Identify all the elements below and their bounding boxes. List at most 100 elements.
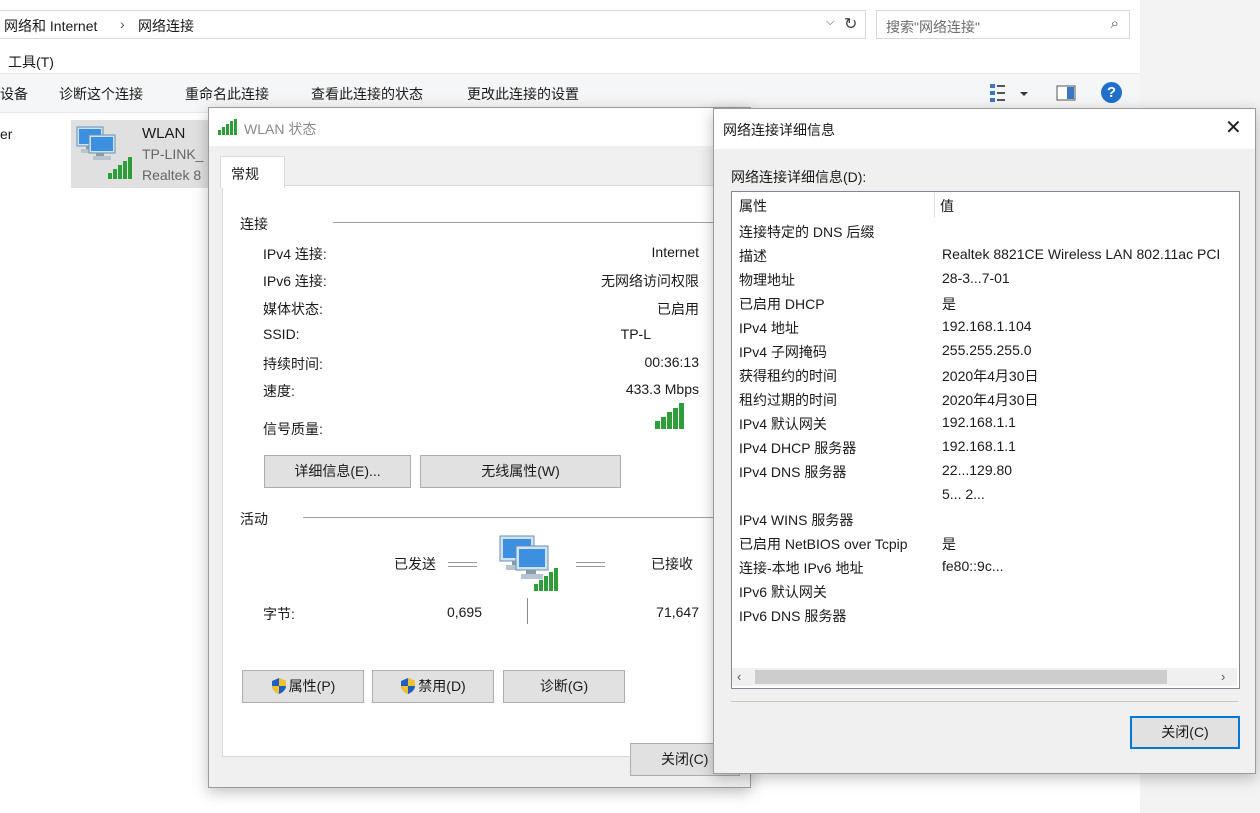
- activity-section-title: 活动: [240, 511, 268, 527]
- wlan-status-dialog: WLAN 状态 常规 连接 IPv4 连接: Internet IPv6 连接:…: [208, 107, 754, 788]
- media-state-value: 已启用: [657, 301, 699, 317]
- cmd-change-settings[interactable]: 更改此连接的设置: [467, 84, 579, 104]
- view-options-icon[interactable]: [989, 83, 1029, 103]
- cmd-devices[interactable]: 设备: [0, 84, 28, 104]
- detail-row-property: IPv4 默认网关: [739, 416, 827, 432]
- cmd-rename[interactable]: 重命名此连接: [185, 84, 269, 104]
- scroll-left-icon[interactable]: ‹: [737, 669, 741, 684]
- bytes-received-value: 71,647: [656, 604, 699, 620]
- nav-pane-partial-text[interactable]: er: [0, 126, 12, 142]
- detail-row[interactable]: 已启用 DHCP 是: [732, 290, 1237, 314]
- signal-quality-bars-icon: [655, 403, 684, 429]
- details-close-button[interactable]: 关闭(C): [1130, 716, 1240, 749]
- search-icon[interactable]: ⌕: [1111, 15, 1119, 32]
- detail-row[interactable]: IPv6 默认网关: [732, 578, 1237, 602]
- breadcrumb-network-internet[interactable]: 网络和 Internet: [4, 16, 97, 36]
- details-button[interactable]: 详细信息(E)...: [264, 455, 411, 488]
- detail-row-property: 获得租约的时间: [739, 368, 837, 384]
- detail-row-property: 已启用 DHCP: [739, 296, 825, 312]
- details-list-label: 网络连接详细信息(D):: [731, 169, 867, 185]
- signal-quality-label: 信号质量:: [263, 421, 323, 437]
- connection-section-title: 连接: [240, 216, 268, 232]
- disable-button[interactable]: 禁用(D): [372, 670, 494, 703]
- wlan-item-network: TP-LINK_: [142, 146, 204, 162]
- uac-shield-icon: [401, 678, 416, 694]
- detail-row[interactable]: 连接特定的 DNS 后缀: [732, 218, 1237, 242]
- wlan-dialog-titlebar[interactable]: WLAN 状态: [209, 108, 750, 146]
- detail-row-property: IPv4 DNS 服务器: [739, 464, 847, 480]
- detail-row[interactable]: 物理地址 28-3...7-01: [732, 266, 1237, 290]
- detail-row[interactable]: IPv4 DNS 服务器 22...129.80: [732, 458, 1237, 482]
- wlan-title-signal-icon: [218, 119, 237, 135]
- duration-value: 00:36:13: [644, 354, 700, 370]
- speed-value: 433.3 Mbps: [625, 381, 699, 397]
- breadcrumb-separator-icon: ›: [120, 16, 125, 32]
- breadcrumb-network-connections[interactable]: 网络连接: [138, 16, 194, 36]
- refresh-icon[interactable]: ↻: [844, 14, 862, 33]
- wlan-item-name: WLAN: [142, 125, 186, 142]
- help-icon[interactable]: ?: [1101, 82, 1122, 103]
- detail-row[interactable]: 租约过期的时间 2020年4月30日: [732, 386, 1237, 410]
- cmd-diagnose[interactable]: 诊断这个连接: [59, 84, 143, 104]
- horizontal-scrollbar[interactable]: ‹ ›: [732, 668, 1237, 686]
- search-box[interactable]: 搜索"网络连接" ⌕: [876, 10, 1130, 39]
- detail-row-property: 连接-本地 IPv6 地址: [739, 560, 864, 576]
- column-header-value[interactable]: 值: [940, 196, 954, 216]
- connection-details-dialog: 网络连接详细信息 ✕ 网络连接详细信息(D): 属性 值 连接特定的 DNS 后…: [713, 108, 1256, 774]
- wlan-item-adapter: Realtek 8: [142, 167, 202, 183]
- bytes-sent-value: 0,695: [446, 604, 482, 620]
- close-icon[interactable]: ✕: [1225, 115, 1242, 140]
- detail-row[interactable]: IPv4 子网掩码 255.255.255.0: [732, 338, 1237, 362]
- detail-row-property: IPv4 DHCP 服务器: [739, 440, 857, 456]
- detail-row[interactable]: IPv4 地址 192.168.1.104: [732, 314, 1237, 338]
- tab-general[interactable]: 常规: [220, 156, 285, 188]
- received-label: 已接收: [651, 556, 693, 572]
- detail-row[interactable]: IPv4 默认网关 192.168.1.1: [732, 410, 1237, 434]
- search-placeholder[interactable]: 搜索"网络连接": [886, 17, 980, 37]
- column-divider[interactable]: [934, 192, 935, 218]
- detail-row[interactable]: IPv6 DNS 服务器: [732, 602, 1237, 626]
- detail-row[interactable]: 连接-本地 IPv6 地址 fe80::9c...: [732, 554, 1237, 578]
- detail-row[interactable]: IPv4 DHCP 服务器 192.168.1.1: [732, 434, 1237, 458]
- properties-button[interactable]: 属性(P): [242, 670, 364, 703]
- history-dropdown-icon[interactable]: ⌵: [826, 16, 834, 29]
- detail-row[interactable]: 描述 Realtek 8821CE Wireless LAN 802.11ac P…: [732, 242, 1237, 266]
- detail-row-value: 28-3...7-01: [942, 270, 1010, 286]
- address-bar[interactable]: 网络和 Internet › 网络连接 ⌵ ↻: [0, 10, 866, 39]
- cmd-view-status[interactable]: 查看此连接的状态: [311, 84, 423, 104]
- detail-row-property: IPv6 默认网关: [739, 584, 827, 600]
- diagnose-button[interactable]: 诊断(G): [503, 670, 625, 703]
- detail-row-property: 租约过期的时间: [739, 392, 837, 408]
- ssid-value: TP-L: [620, 326, 651, 342]
- wireless-properties-button[interactable]: 无线属性(W): [420, 455, 621, 488]
- detail-row-value: 5... 2...: [942, 486, 985, 502]
- details-dialog-titlebar[interactable]: 网络连接详细信息 ✕: [714, 109, 1255, 149]
- details-list-header: 属性 值: [732, 192, 1237, 218]
- preview-pane-icon[interactable]: [1056, 85, 1076, 101]
- tab-general-label: 常规: [231, 166, 259, 182]
- detail-row[interactable]: 已启用 NetBIOS over Tcpip 是: [732, 530, 1237, 554]
- column-header-property[interactable]: 属性: [739, 196, 767, 216]
- detail-row-value: 192.168.1.1: [942, 414, 1016, 430]
- detail-row-value: fe80::9c...: [942, 558, 1004, 574]
- details-footer-divider: [731, 701, 1238, 702]
- detail-row[interactable]: 获得租约的时间 2020年4月30日: [732, 362, 1237, 386]
- detail-row-value: 是: [942, 296, 956, 312]
- wlan-dialog-title: WLAN 状态: [244, 121, 317, 137]
- detail-row[interactable]: IPv4 WINS 服务器: [732, 506, 1237, 530]
- scroll-right-icon[interactable]: ›: [1221, 669, 1225, 684]
- ipv6-connectivity-value: 无网络访问权限: [601, 273, 699, 289]
- detail-row[interactable]: 5... 2...: [732, 482, 1237, 506]
- speed-label: 速度:: [263, 383, 295, 399]
- wlan-item-signal-icon: [108, 157, 132, 179]
- detail-row-property: IPv4 地址: [739, 320, 799, 336]
- scrollbar-thumb[interactable]: [755, 670, 1167, 684]
- connection-section-divider: [333, 222, 753, 223]
- media-state-label: 媒体状态:: [263, 301, 323, 317]
- properties-button-label: 属性(P): [288, 678, 336, 694]
- details-list[interactable]: 属性 值 连接特定的 DNS 后缀 描述 Realtek 8821CE Wirele…: [731, 191, 1240, 689]
- wlan-connection-item[interactable]: WLAN TP-LINK_ Realtek 8: [71, 120, 211, 188]
- detail-row-property: IPv4 WINS 服务器: [739, 512, 854, 528]
- general-tab-panel: 连接 IPv4 连接: Internet IPv6 连接: 无网络访问权限 媒体…: [222, 185, 754, 757]
- menu-tools[interactable]: 工具(T): [8, 52, 54, 72]
